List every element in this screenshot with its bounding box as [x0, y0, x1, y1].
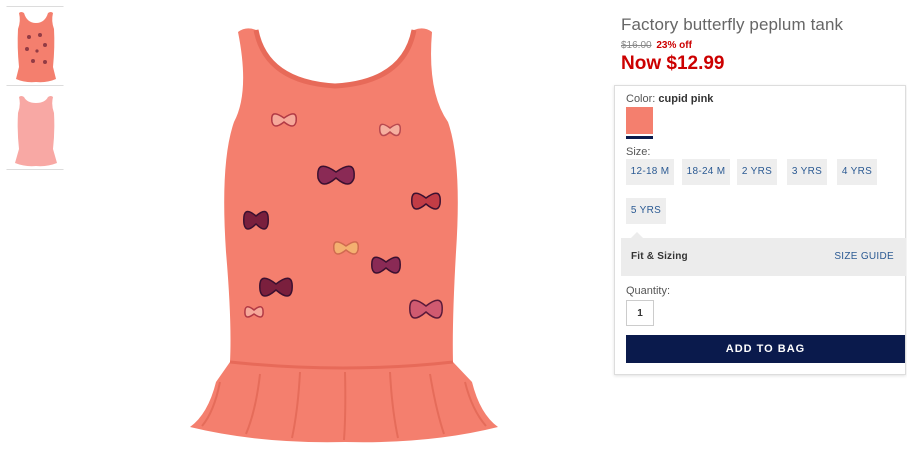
caret-up-icon [631, 232, 643, 238]
size-guide-link[interactable]: SIZE GUIDE [834, 251, 894, 262]
size-label: Size: [626, 146, 651, 158]
size-option-12-18m[interactable]: 12-18 M [626, 159, 674, 185]
quantity-label: Quantity: [626, 285, 671, 297]
add-to-bag-button[interactable]: ADD TO BAG [626, 335, 905, 363]
thumbnail-back[interactable] [6, 90, 64, 170]
fit-and-sizing-bar[interactable]: Fit & Sizing SIZE GUIDE [621, 232, 906, 276]
thumbnail-front[interactable] [6, 6, 64, 86]
price-line: $16.00 23% off [621, 40, 907, 52]
size-option-3yrs[interactable]: 3 YRS [787, 159, 827, 185]
selected-color-name: cupid pink [658, 93, 714, 105]
swatch-selected-indicator [626, 136, 653, 139]
color-label-text: Color: [626, 93, 656, 105]
purchase-options-panel: Color: cupid pink Size: 12-18 M 18-24 M … [614, 85, 906, 375]
swatch-fill [626, 107, 653, 134]
size-option-5yrs[interactable]: 5 YRS [626, 198, 666, 224]
size-option-4yrs[interactable]: 4 YRS [837, 159, 877, 185]
tank-thumbnail-front-image [16, 12, 56, 83]
product-main-image [190, 28, 498, 443]
fit-sizing-title: Fit & Sizing [631, 251, 688, 262]
quantity-input[interactable] [626, 300, 654, 326]
size-option-18-24m[interactable]: 18-24 M [682, 159, 730, 185]
product-title: Factory butterfly peplum tank [621, 15, 844, 34]
size-option-2yrs[interactable]: 2 YRS [737, 159, 777, 185]
sale-price: Now $12.99 [621, 53, 725, 74]
thumbnail-list [6, 6, 64, 174]
tank-thumbnail-back-image [15, 96, 57, 167]
color-label: Color: cupid pink [626, 93, 713, 105]
discount-badge: 23% off [656, 40, 692, 51]
product-info: Factory butterfly peplum tank $16.00 23%… [621, 14, 907, 75]
color-swatch-cupid-pink[interactable] [626, 107, 653, 139]
original-price: $16.00 [621, 40, 652, 51]
